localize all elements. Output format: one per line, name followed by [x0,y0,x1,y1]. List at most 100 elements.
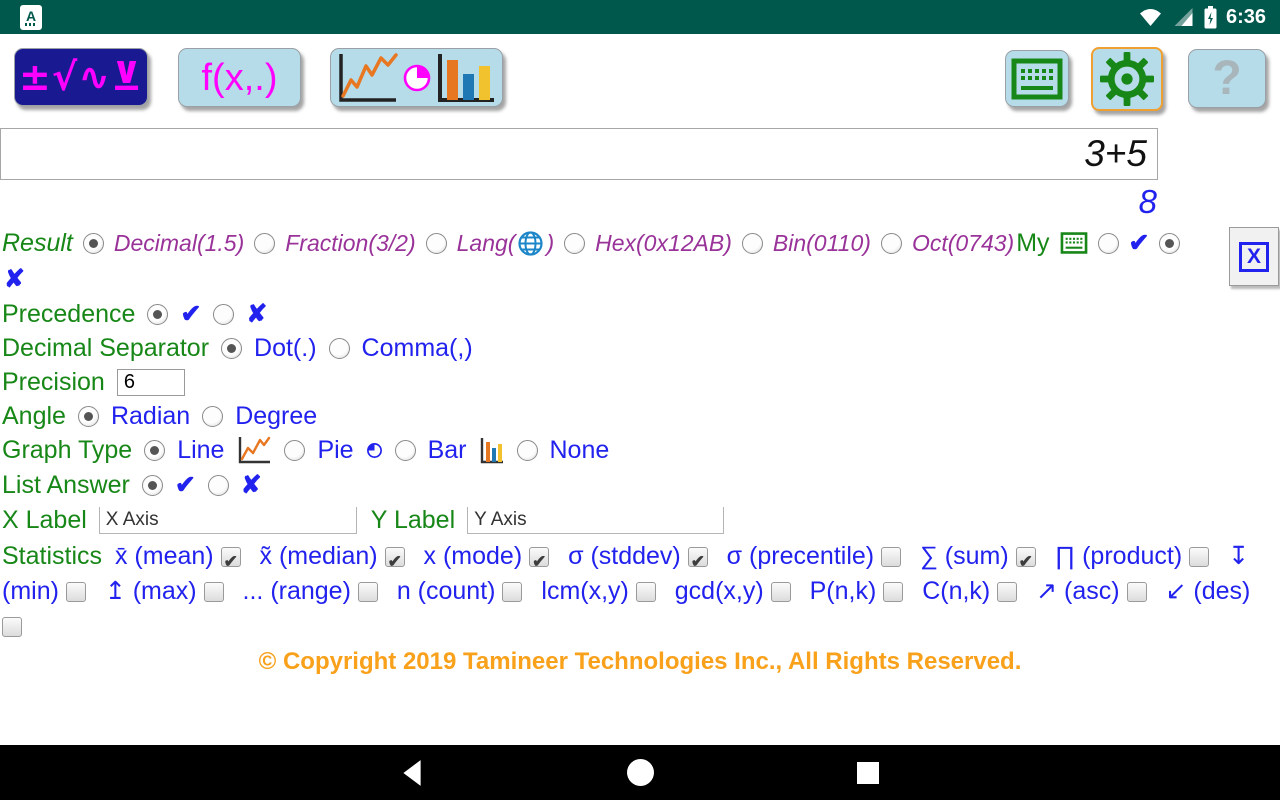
stat-checkbox-sum[interactable] [1015,544,1036,579]
option-bin: Bin(0110) [772,229,871,256]
radio-degree[interactable] [202,405,224,427]
calculation-result: 8 [1138,183,1157,220]
stat-checkbox-lcm[interactable] [635,582,656,603]
close-settings-button[interactable]: X [1229,227,1279,286]
radio-graph-pie[interactable] [284,439,306,461]
radio-decimal[interactable] [82,232,104,254]
bar-chart-icon [434,52,498,104]
option-fraction: Fraction(3/2) [285,229,416,256]
stat-checkbox-count[interactable] [502,582,523,603]
stat-label-asc: ↗ (asc) [1036,577,1120,605]
stat-label-mean: x̄ (mean) [114,542,214,570]
stat-label-sum: ∑ (sum) [920,542,1009,570]
stat-checkbox-product[interactable] [1189,547,1210,568]
precedence-no-label: ✘ [246,299,268,328]
stat-checkbox-asc[interactable] [1126,582,1147,603]
stat-checkbox-min[interactable] [65,582,86,603]
y-label-input[interactable] [467,507,725,534]
back-button[interactable] [392,753,432,793]
stat-label-precentile: σ (precentile) [726,542,875,570]
option-lang-close: ) [546,229,555,256]
keyboard-icon [1011,58,1063,100]
radio-radian[interactable] [77,405,99,427]
x-label-input[interactable] [98,507,357,534]
option-comma: Comma(,) [361,333,473,362]
pie-graph-small-icon [366,442,383,459]
stat-checkbox-precentile[interactable] [881,547,902,568]
functions-label: f(x,.) [201,56,278,99]
radio-my-keyboard-no[interactable] [1159,232,1181,254]
app-screen: A 6:36 ±√∿⊻ f(x,.) ? 3+5 8 X Result Deci… [0,0,1280,800]
radio-graph-none[interactable] [516,439,538,461]
app-icon-dots [25,22,37,26]
stat-label-gcd: gcd(x,y) [674,577,764,605]
stat-label-combination: C(n,k) [922,577,991,605]
radio-hex[interactable] [564,232,586,254]
stat-label-lcm: lcm(x,y) [541,577,629,605]
list-answer-label: List Answer [2,470,130,499]
stat-checkbox-mean[interactable] [220,544,241,579]
radio-list-answer-yes[interactable] [141,474,163,496]
stat-checkbox-mode[interactable] [529,544,550,579]
clock-time: 6:36 [1225,5,1266,28]
setting-row-precedence: Precedence ✔ ✘ [0,297,1280,331]
radio-fraction[interactable] [254,232,276,254]
wifi-icon [1138,6,1163,28]
stat-checkbox-combination[interactable] [997,582,1018,603]
battery-charging-icon [1204,5,1217,29]
recents-button[interactable] [848,753,888,793]
radio-comma[interactable] [328,337,350,359]
help-button[interactable]: ? [1188,49,1266,108]
radio-precedence-yes[interactable] [147,303,169,325]
stat-label-range: ... (range) [242,577,351,605]
radio-lang[interactable] [425,232,447,254]
math-symbols-label: ±√∿⊻ [19,55,143,99]
stat-checkbox-median[interactable] [384,544,405,579]
stat-label-product: ∏ (product) [1054,542,1183,570]
stat-checkbox-gcd[interactable] [770,582,791,603]
line-chart-icon [336,52,400,104]
option-decimal: Decimal(1.5) [113,229,245,256]
radio-my-keyboard-yes[interactable] [1097,232,1119,254]
option-none: None [549,435,610,464]
list-answer-yes-label: ✔ [174,470,196,499]
keyboard-button[interactable] [1005,50,1069,107]
expression-input[interactable] [0,128,1158,180]
my-keyboard-icon [1060,232,1088,254]
precedence-yes-label: ✔ [180,299,202,328]
radio-oct[interactable] [880,232,902,254]
my-keyboard-no-line: ✘ [0,261,1280,297]
setting-row-result: Result Decimal(1.5) Fraction(3/2) Lang( … [0,225,1280,261]
functions-button[interactable]: f(x,.) [178,48,301,107]
stat-checkbox-max[interactable] [203,582,224,603]
signal-icon [1172,6,1195,28]
option-radian: Radian [110,401,191,430]
option-oct: Oct(0743) [911,229,1015,256]
stat-label-permutation: P(n,k) [809,577,877,605]
graphs-button[interactable] [330,48,503,107]
line-graph-small-icon [236,435,272,465]
math-symbols-button[interactable]: ±√∿⊻ [14,48,148,106]
radio-precedence-no[interactable] [213,303,235,325]
toolbar: ±√∿⊻ f(x,.) ? [0,34,1280,128]
stat-checkbox-des[interactable] [2,617,22,638]
radio-dot[interactable] [221,337,243,359]
radio-bin[interactable] [741,232,763,254]
settings-button[interactable] [1091,47,1163,111]
angle-label: Angle [2,401,66,430]
option-pie: Pie [317,435,354,464]
stat-label-median: x̃ (median) [259,542,378,570]
radio-graph-line[interactable] [144,439,166,461]
copyright-text: © Copyright 2019 Tamineer Technologies I… [258,648,1022,675]
stat-checkbox-range[interactable] [357,582,378,603]
my-keyboard-label: My [1016,228,1050,257]
precision-input[interactable] [116,368,185,396]
home-button[interactable] [620,753,660,793]
my-keyboard-no-label: ✘ [4,264,25,293]
radio-list-answer-no[interactable] [207,474,229,496]
radio-graph-bar[interactable] [394,439,416,461]
precision-label: Precision [2,367,105,396]
stat-checkbox-permutation[interactable] [883,582,904,603]
stat-checkbox-stddev[interactable] [687,544,708,579]
stat-label-mode: x (mode) [423,542,523,570]
